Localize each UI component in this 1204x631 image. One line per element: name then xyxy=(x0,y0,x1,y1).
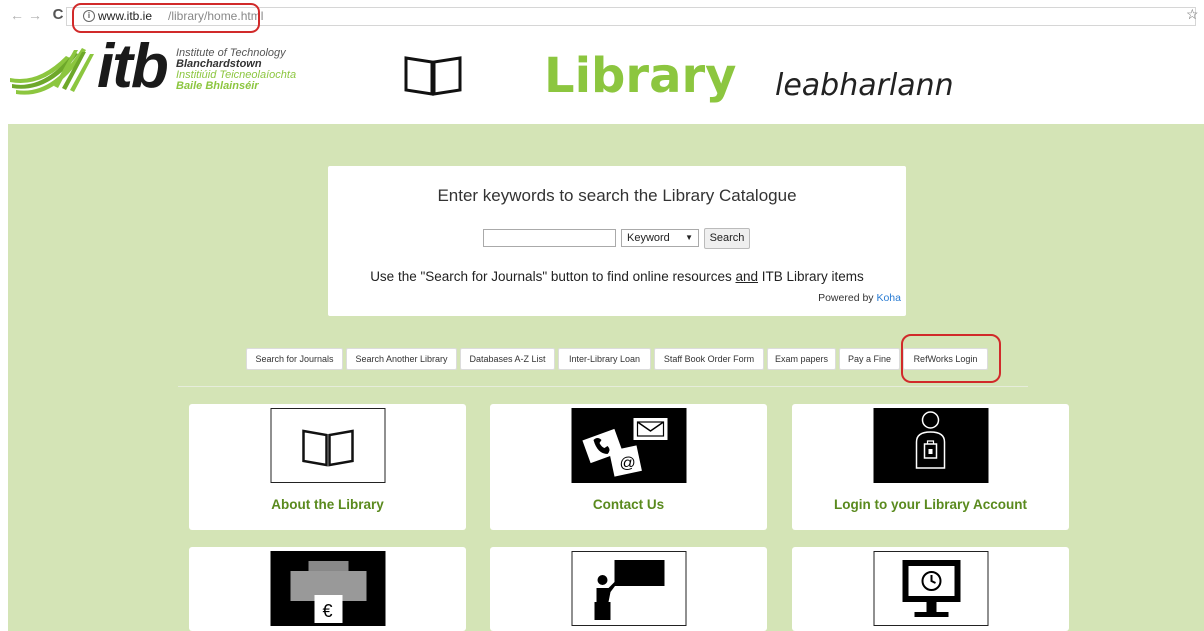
presenter-icon xyxy=(594,560,664,620)
printer-payment-icon: € xyxy=(290,561,366,623)
tile-image: @ xyxy=(571,408,686,483)
tile-label: About the Library xyxy=(271,497,384,512)
computer-hours-tile[interactable] xyxy=(792,547,1069,631)
tile-image xyxy=(571,551,686,626)
logo-line-4: Baile Bhlainséir xyxy=(176,80,259,92)
search-for-journals-button[interactable]: Search for Journals xyxy=(246,348,343,370)
open-book-icon xyxy=(404,56,462,96)
hint-text-end: ITB Library items xyxy=(758,269,864,284)
svg-text:@: @ xyxy=(619,455,635,472)
page-title: Library xyxy=(544,48,737,104)
tile-image xyxy=(270,408,385,483)
contact-icon: @ xyxy=(581,418,667,477)
about-library-tile[interactable]: About the Library xyxy=(189,404,466,530)
bookmark-star-icon[interactable]: ☆ xyxy=(1186,6,1199,23)
tile-image xyxy=(873,551,988,626)
hint-text-start: Use the "Search for Journals" button to … xyxy=(370,269,736,284)
search-type-select[interactable]: Keyword ▼ xyxy=(621,229,699,247)
reload-icon[interactable]: C xyxy=(51,7,65,23)
databases-a-z-button[interactable]: Databases A-Z List xyxy=(460,348,555,370)
svg-text:€: € xyxy=(322,601,332,621)
tile-label: Contact Us xyxy=(592,497,665,512)
refworks-annotation-highlight xyxy=(901,334,1001,383)
catalogue-search-panel: Enter keywords to search the Library Cat… xyxy=(328,166,906,316)
presenter-tile[interactable] xyxy=(490,547,767,631)
search-heading: Enter keywords to search the Library Cat… xyxy=(437,186,797,205)
search-type-value: Keyword xyxy=(627,232,670,244)
powered-by-prefix: Powered by xyxy=(818,292,877,304)
monitor-clock-icon xyxy=(902,560,960,617)
page-title-irish: leabharlann xyxy=(775,68,954,103)
tile-label: Login to your Library Account xyxy=(833,497,1027,512)
hint-text-underlined: and xyxy=(735,269,759,284)
search-hint: Use the "Search for Journals" button to … xyxy=(328,269,906,284)
back-icon[interactable]: ← xyxy=(10,7,24,23)
login-account-tile[interactable]: Login to your Library Account xyxy=(792,404,1069,530)
forward-icon[interactable]: → xyxy=(28,7,42,23)
url-annotation-highlight xyxy=(72,3,260,33)
tile-image xyxy=(873,408,988,483)
browser-toolbar: ← → C i www.itb.ie /library/home.html ☆ xyxy=(0,0,1204,34)
search-button[interactable]: Search xyxy=(704,228,750,249)
powered-by: Powered by Koha xyxy=(818,292,901,304)
staff-book-order-button[interactable]: Staff Book Order Form xyxy=(654,348,764,370)
exam-papers-button[interactable]: Exam papers xyxy=(767,348,836,370)
open-book-icon xyxy=(301,429,354,467)
user-login-icon xyxy=(915,411,945,469)
search-input[interactable] xyxy=(483,229,616,247)
search-another-library-button[interactable]: Search Another Library xyxy=(346,348,457,370)
institute-name: Institute of Technology Blanchardstown I… xyxy=(176,48,296,92)
chevron-down-icon: ▼ xyxy=(685,233,693,242)
tile-image: € xyxy=(270,551,385,626)
contact-us-tile[interactable]: @ Contact Us xyxy=(490,404,767,530)
pay-a-fine-button[interactable]: Pay a Fine xyxy=(839,348,900,370)
divider xyxy=(178,386,1028,387)
inter-library-loan-button[interactable]: Inter-Library Loan xyxy=(558,348,651,370)
pay-fine-tile[interactable]: € xyxy=(189,547,466,631)
itb-wordmark: itb xyxy=(97,32,169,101)
koha-link[interactable]: Koha xyxy=(876,292,901,304)
itb-swoosh-logo-icon xyxy=(10,48,94,95)
